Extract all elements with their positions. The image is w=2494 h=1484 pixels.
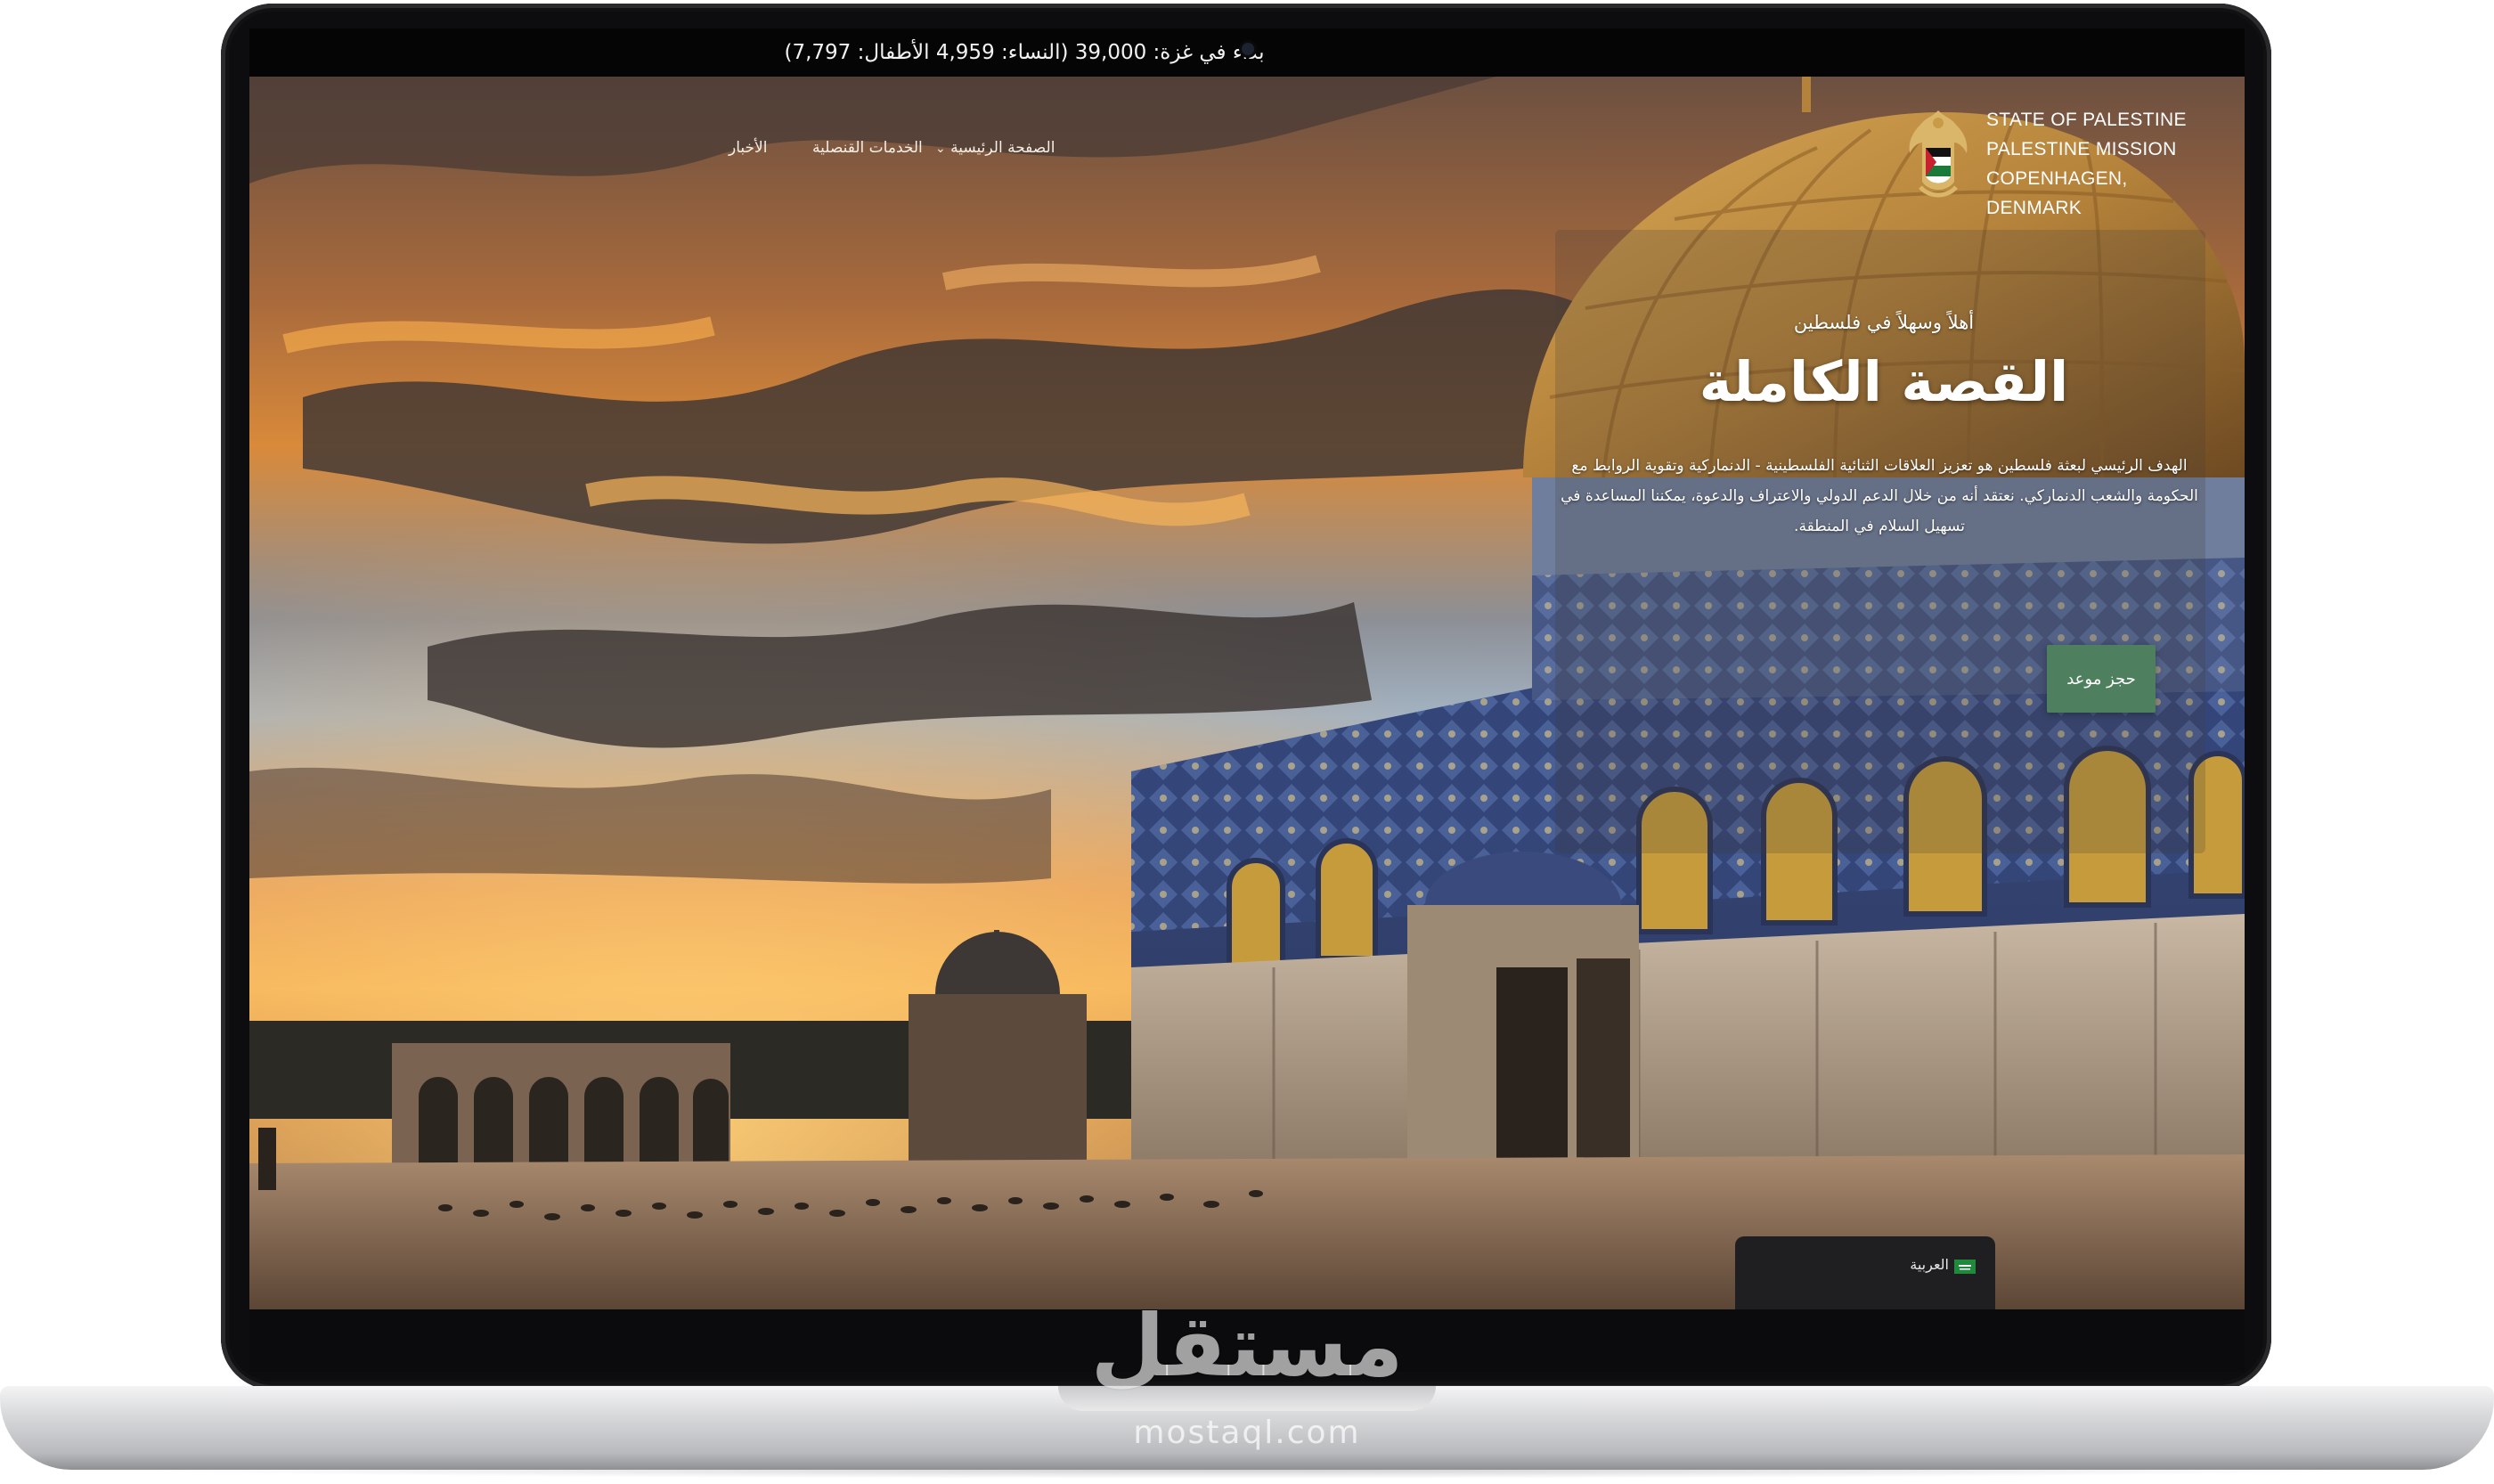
saudi-flag-icon	[1954, 1260, 1976, 1274]
nav-item-consular-services[interactable]: الخدمات القنصلية	[812, 130, 923, 166]
brand-line-1: STATE OF PALESTINE	[1986, 110, 2187, 130]
chevron-down-icon: ⌄	[935, 142, 946, 156]
language-switcher[interactable]: العربية	[1735, 1236, 1995, 1309]
nav-item-home[interactable]: الصفحة الرئيسية ⌄	[932, 130, 1055, 167]
language-label: العربية	[1910, 1256, 1949, 1273]
website-screen: الصفحة الرئيسية ⌄ الخدمات القنصلية الأخب…	[249, 77, 2245, 1309]
hero-description: الهدف الرئيسي لبعثة فلسطين هو تعزيز العل…	[1561, 457, 2198, 535]
camera-icon	[1242, 43, 1254, 55]
brand-text: STATE OF PALESTINE PALESTINE MISSION COP…	[1986, 105, 2225, 223]
top-banner-text: بداء في غزة: 39,000 (النساء: 4,959 الأطف…	[784, 41, 1265, 64]
brand-line-3: COPENHAGEN, DENMARK	[1986, 168, 2128, 218]
hero-eyebrow: أهلاً وسهلاً في فلسطين	[1793, 312, 1975, 333]
nav-item-news[interactable]: الأخبار	[729, 130, 767, 166]
book-appointment-button[interactable]: حجز موعد	[2047, 645, 2156, 713]
brand-line-2: PALESTINE MISSION	[1986, 139, 2177, 159]
brand-logo[interactable]: STATE OF PALESTINE PALESTINE MISSION COP…	[1904, 105, 2225, 218]
mostaql-watermark-url: mostaql.com	[1133, 1415, 1361, 1451]
palestine-eagle-emblem-icon	[1909, 110, 1968, 198]
hero-title: القصة الكاملة	[1699, 349, 2069, 414]
nav-item-home-label: الصفحة الرئيسية	[950, 139, 1055, 157]
mostaql-watermark: مستقل	[1090, 1296, 1404, 1396]
